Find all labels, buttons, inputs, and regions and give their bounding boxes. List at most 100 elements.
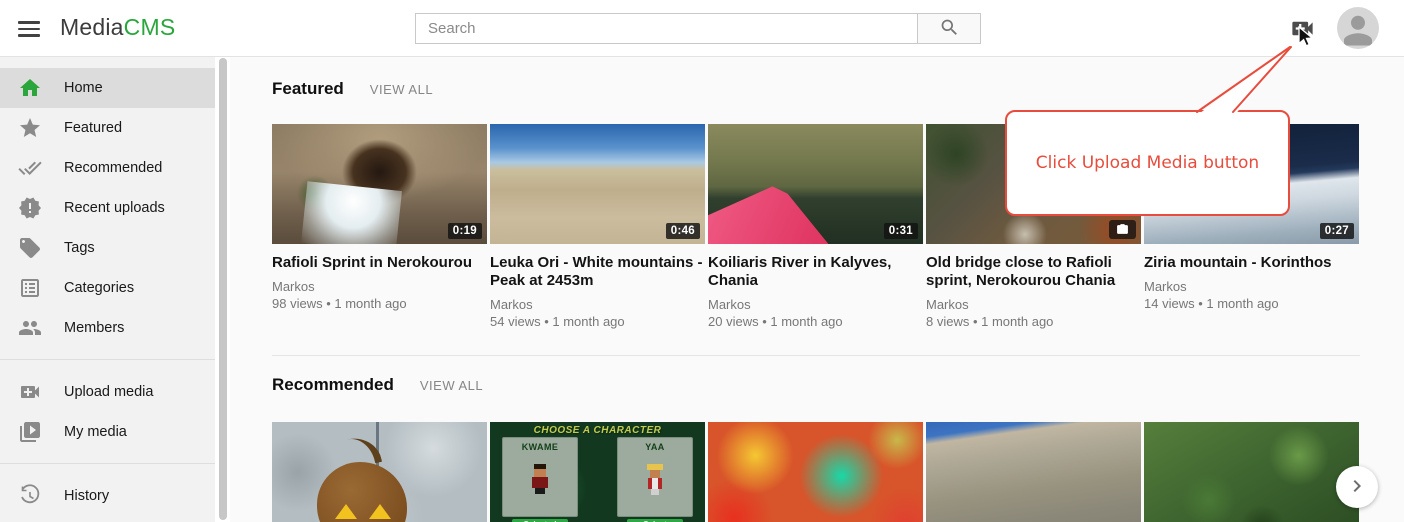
media-card[interactable]: CHOOSE A CHARACTER KWAME YAA Selected Se… bbox=[490, 422, 705, 522]
character-name: KWAME bbox=[503, 442, 577, 452]
sidebar-item-featured[interactable]: Featured bbox=[0, 108, 215, 148]
media-title[interactable]: Leuka Ori - White mountains - Peak at 24… bbox=[490, 254, 705, 290]
media-title[interactable]: Rafioli Sprint in Nerokourou bbox=[272, 254, 487, 272]
sidebar: Home Featured Recommended Recent uploads… bbox=[0, 57, 215, 522]
media-meta: 20 views • 1 month ago bbox=[708, 313, 923, 330]
media-author[interactable]: Markos bbox=[490, 296, 705, 313]
featured-section-header: Featured VIEW ALL bbox=[272, 79, 433, 99]
sidebar-item-label: Recommended bbox=[64, 160, 162, 176]
duration-badge: 0:31 bbox=[884, 223, 918, 239]
top-app-bar: MediaCMS bbox=[0, 0, 1404, 57]
sidebar-item-label: Upload media bbox=[64, 384, 153, 400]
new-releases-icon bbox=[18, 196, 42, 220]
sidebar-divider bbox=[0, 463, 215, 464]
sidebar-item-label: Categories bbox=[64, 280, 134, 296]
search-icon bbox=[939, 17, 960, 41]
sidebar-item-label: Recent uploads bbox=[64, 200, 165, 216]
media-title[interactable]: Ziria mountain - Korinthos bbox=[1144, 254, 1359, 272]
sidebar-item-label: Home bbox=[64, 80, 103, 96]
sidebar-item-tags[interactable]: Tags bbox=[0, 228, 215, 268]
star-icon bbox=[18, 116, 42, 140]
video-thumbnail[interactable]: 0:46 bbox=[490, 124, 705, 244]
video-thumbnail[interactable] bbox=[708, 422, 923, 522]
sidebar-item-label: Members bbox=[64, 320, 124, 336]
sidebar-item-history[interactable]: History bbox=[0, 476, 215, 516]
recommended-section-header: Recommended VIEW ALL bbox=[272, 375, 483, 395]
home-icon bbox=[18, 76, 42, 100]
media-card[interactable] bbox=[708, 422, 923, 522]
logo-text-cms: CMS bbox=[124, 14, 176, 40]
sidebar-item-label: Featured bbox=[64, 120, 122, 136]
media-author[interactable]: Markos bbox=[926, 296, 1141, 313]
duration-badge: 0:19 bbox=[448, 223, 482, 239]
recommended-cards-row: CHOOSE A CHARACTER KWAME YAA Selected Se… bbox=[272, 422, 1359, 522]
menu-icon[interactable] bbox=[15, 16, 43, 42]
media-title[interactable]: Koiliaris River in Kalyves, Chania bbox=[708, 254, 923, 290]
media-card[interactable] bbox=[1144, 422, 1359, 522]
character-name: YAA bbox=[618, 442, 692, 452]
pumpkin-shape bbox=[317, 462, 407, 522]
app-logo[interactable]: MediaCMS bbox=[60, 14, 175, 41]
sidebar-item-label: Tags bbox=[64, 240, 95, 256]
members-icon bbox=[18, 316, 42, 340]
media-card[interactable]: 0:46 Leuka Ori - White mountains - Peak … bbox=[490, 124, 705, 330]
media-author[interactable]: Markos bbox=[1144, 278, 1359, 295]
tag-icon bbox=[18, 236, 42, 260]
sidebar-item-recommended[interactable]: Recommended bbox=[0, 148, 215, 188]
character-sprite bbox=[531, 464, 549, 494]
section-title: Recommended bbox=[272, 375, 394, 395]
categories-icon bbox=[18, 276, 42, 300]
sidebar-item-label: My media bbox=[64, 424, 127, 440]
media-meta: 98 views • 1 month ago bbox=[272, 295, 487, 312]
duration-badge: 0:46 bbox=[666, 223, 700, 239]
video-thumbnail[interactable] bbox=[272, 422, 487, 522]
sidebar-scrollbar-thumb[interactable] bbox=[219, 58, 227, 520]
search-input[interactable] bbox=[416, 14, 917, 43]
media-meta: 54 views • 1 month ago bbox=[490, 313, 705, 330]
recommended-view-all-link[interactable]: VIEW ALL bbox=[420, 378, 483, 393]
search-button[interactable] bbox=[917, 14, 980, 43]
annotation-text: Click Upload Media button bbox=[1036, 153, 1259, 173]
sidebar-item-categories[interactable]: Categories bbox=[0, 268, 215, 308]
media-author[interactable]: Markos bbox=[708, 296, 923, 313]
chevron-right-icon bbox=[1345, 474, 1369, 501]
camera-icon bbox=[1109, 220, 1136, 239]
character-panel: KWAME bbox=[502, 437, 578, 517]
video-thumbnail[interactable]: 0:31 bbox=[708, 124, 923, 244]
annotation-callout: Click Upload Media button bbox=[1005, 110, 1290, 216]
user-avatar[interactable] bbox=[1337, 7, 1379, 49]
video-thumbnail[interactable]: 0:19 bbox=[272, 124, 487, 244]
upload-media-icon bbox=[18, 380, 42, 404]
media-card[interactable] bbox=[926, 422, 1141, 522]
sidebar-item-upload-media[interactable]: Upload media bbox=[0, 372, 215, 412]
sidebar-scrollbar[interactable] bbox=[215, 57, 230, 522]
media-title[interactable]: Old bridge close to Rafioli sprint, Nero… bbox=[926, 254, 1141, 290]
media-author[interactable]: Markos bbox=[272, 278, 487, 295]
media-meta: 8 views • 1 month ago bbox=[926, 313, 1141, 330]
carousel-next-button[interactable] bbox=[1336, 466, 1378, 508]
mouse-cursor bbox=[1296, 26, 1316, 53]
section-title: Featured bbox=[272, 79, 344, 99]
sidebar-item-my-media[interactable]: My media bbox=[0, 412, 215, 452]
search-bar bbox=[415, 13, 981, 44]
game-screen-title: CHOOSE A CHARACTER bbox=[490, 425, 705, 436]
sidebar-item-recent-uploads[interactable]: Recent uploads bbox=[0, 188, 215, 228]
person-icon bbox=[1337, 36, 1379, 49]
sidebar-item-home[interactable]: Home bbox=[0, 68, 215, 108]
sidebar-item-members[interactable]: Members bbox=[0, 308, 215, 348]
logo-text-media: Media bbox=[60, 14, 124, 40]
double-check-icon bbox=[18, 156, 42, 180]
my-media-icon bbox=[18, 420, 42, 444]
video-thumbnail[interactable] bbox=[1144, 422, 1359, 522]
duration-badge: 0:27 bbox=[1320, 223, 1354, 239]
media-card[interactable]: 0:31 Koiliaris River in Kalyves, Chania … bbox=[708, 124, 923, 330]
video-thumbnail[interactable] bbox=[926, 422, 1141, 522]
sidebar-item-label: History bbox=[64, 488, 109, 504]
character-sprite bbox=[646, 464, 664, 495]
featured-view-all-link[interactable]: VIEW ALL bbox=[370, 82, 433, 97]
video-thumbnail[interactable]: CHOOSE A CHARACTER KWAME YAA Selected Se… bbox=[490, 422, 705, 522]
section-divider bbox=[272, 355, 1360, 356]
media-meta: 14 views • 1 month ago bbox=[1144, 295, 1359, 312]
media-card[interactable]: 0:19 Rafioli Sprint in Nerokourou Markos… bbox=[272, 124, 487, 330]
media-card[interactable] bbox=[272, 422, 487, 522]
